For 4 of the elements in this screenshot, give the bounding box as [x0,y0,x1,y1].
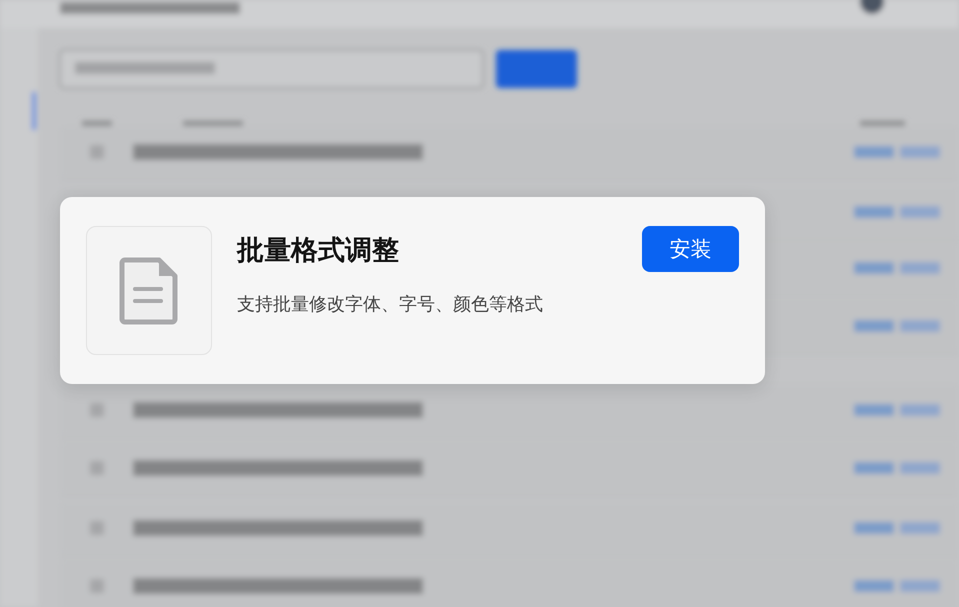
plugin-description: 支持批量修改字体、字号、颜色等格式 [237,293,544,317]
plugin-title: 批量格式调整 [237,234,400,268]
install-button[interactable]: 安装 [642,226,739,272]
document-icon [119,256,179,324]
